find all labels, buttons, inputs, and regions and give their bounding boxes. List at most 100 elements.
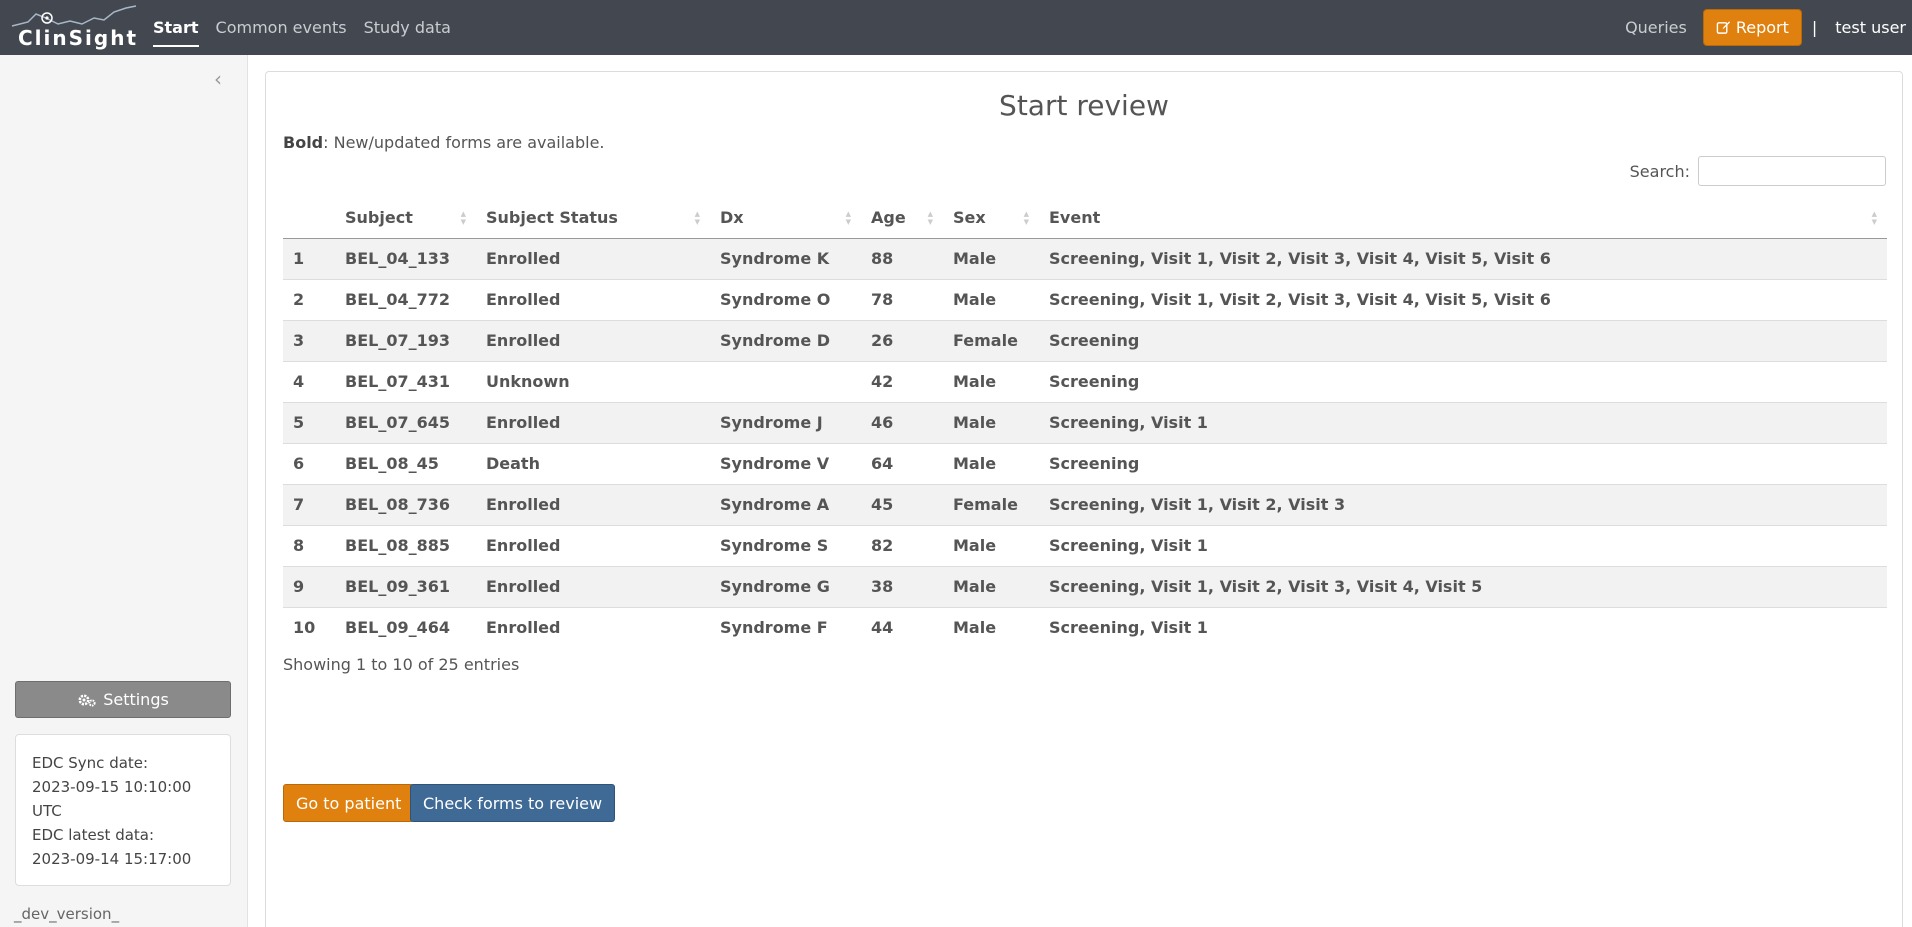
report-button[interactable]: Report	[1702, 9, 1802, 46]
column-header-label: Subject Status	[486, 207, 618, 227]
cell-dx: Syndrome J	[710, 401, 861, 443]
cell-subject-status: Enrolled	[476, 401, 710, 443]
sync-info-box: EDC Sync date: 2023-09-15 10:10:00 UTC E…	[15, 734, 231, 886]
tab-common-events[interactable]: Common events	[216, 0, 347, 55]
cell-row-number: 8	[283, 524, 335, 566]
cell-subject: BEL_09_361	[335, 565, 476, 607]
nav-separator: |	[1811, 18, 1818, 37]
queries-link[interactable]: Queries	[1625, 18, 1687, 37]
user-menu[interactable]: test user	[1835, 18, 1906, 37]
sync-date-value: 2023-09-15 10:10:00 UTC	[32, 778, 192, 820]
cell-sex: Female	[943, 483, 1039, 525]
cell-event: Screening, Visit 1, Visit 2, Visit 3, Vi…	[1039, 237, 1887, 279]
table-row[interactable]: 6 BEL_08_45 Death Syndrome V 64 Male Screening	[283, 442, 1887, 484]
cell-row-number: 9	[283, 565, 335, 607]
sidebar: ‹ Settings EDC Sync date: 2023-09-15 10:…	[0, 55, 248, 927]
column-header-dx[interactable]: Dx ▲ ▼	[710, 197, 861, 239]
cell-row-number: 1	[283, 237, 335, 279]
sort-icon[interactable]: ▲ ▼	[928, 210, 933, 226]
tab-study-data[interactable]: Study data	[364, 0, 451, 55]
cell-subject: BEL_04_133	[335, 237, 476, 279]
sort-icon[interactable]: ▲ ▼	[846, 210, 851, 226]
table-row[interactable]: 7 BEL_08_736 Enrolled Syndrome A 45 Female Scr…	[283, 483, 1887, 525]
cell-subject-status: Enrolled	[476, 606, 710, 648]
column-header-subject-status[interactable]: Subject Status ▲ ▼	[476, 197, 710, 239]
sort-icon[interactable]: ▲ ▼	[695, 210, 700, 226]
subjects-table-wrap: Subject ▲ ▼ Subject Status ▲ ▼ Dx ▲ ▼ Age ▲ ▼ Sex ▲ ▼ E…	[283, 197, 1887, 648]
table-row[interactable]: 3 BEL_07_193 Enrolled Syndrome D 26 Female Scr…	[283, 319, 1887, 361]
cell-event: Screening, Visit 1, Visit 2, Visit 3, Vi…	[1039, 278, 1887, 320]
settings-button[interactable]: Settings	[15, 681, 231, 718]
table-row[interactable]: 4 BEL_07_431 Unknown 42 Male Screening	[283, 360, 1887, 402]
column-header-event[interactable]: Event ▲ ▼	[1039, 197, 1887, 239]
chevron-left-icon[interactable]: ‹	[208, 69, 228, 89]
search-input[interactable]	[1698, 156, 1886, 186]
cell-sex: Male	[943, 524, 1039, 566]
cell-event: Screening, Visit 1	[1039, 524, 1887, 566]
legend-line: Bold: New/updated forms are available.	[283, 133, 605, 152]
search-wrap: Search:	[1630, 156, 1886, 186]
search-label: Search:	[1629, 161, 1690, 181]
cell-subject: BEL_07_645	[335, 401, 476, 443]
cell-dx	[710, 360, 861, 402]
sort-icon[interactable]: ▲ ▼	[1872, 210, 1877, 226]
table-row[interactable]: 2 BEL_04_772 Enrolled Syndrome O 78 Male Scree…	[283, 278, 1887, 320]
cell-row-number: 7	[283, 483, 335, 525]
cell-subject-status: Enrolled	[476, 565, 710, 607]
table-header-row: Subject ▲ ▼ Subject Status ▲ ▼ Dx ▲ ▼ Age ▲ ▼ Sex ▲ ▼ E…	[283, 197, 1887, 239]
column-header-label: Dx	[720, 207, 744, 227]
latest-data-label: EDC latest data:	[32, 826, 155, 844]
table-row[interactable]: 10 BEL_09_464 Enrolled Syndrome F 44 Male Scre…	[283, 606, 1887, 648]
top-navbar: ClinSight Start Common events Study data…	[0, 0, 1912, 55]
cell-subject-status: Enrolled	[476, 524, 710, 566]
latest-data-value: 2023-09-14 15:17:00	[32, 850, 192, 868]
subjects-table: Subject ▲ ▼ Subject Status ▲ ▼ Dx ▲ ▼ Age ▲ ▼ Sex ▲ ▼ E…	[283, 197, 1887, 648]
cell-age: 45	[861, 483, 943, 525]
cell-subject-status: Enrolled	[476, 278, 710, 320]
sort-icon[interactable]: ▲ ▼	[461, 210, 466, 226]
cell-event: Screening, Visit 1	[1039, 606, 1887, 648]
column-header-label: Event	[1049, 207, 1101, 227]
tab-start[interactable]: Start	[153, 0, 199, 55]
cell-subject-status: Enrolled	[476, 483, 710, 525]
column-header-sex[interactable]: Sex ▲ ▼	[943, 197, 1039, 239]
report-label: Report	[1735, 18, 1789, 37]
settings-label: Settings	[103, 690, 169, 709]
cell-sex: Male	[943, 401, 1039, 443]
cell-age: 78	[861, 278, 943, 320]
cell-dx: Syndrome G	[710, 565, 861, 607]
logo-text: ClinSight	[18, 26, 139, 50]
cell-row-number: 4	[283, 360, 335, 402]
cell-dx: Syndrome F	[710, 606, 861, 648]
column-header-age[interactable]: Age ▲ ▼	[861, 197, 943, 239]
table-row[interactable]: 9 BEL_09_361 Enrolled Syndrome G 38 Male Scree…	[283, 565, 1887, 607]
cell-subject-status: Enrolled	[476, 319, 710, 361]
cell-sex: Male	[943, 360, 1039, 402]
cell-row-number: 6	[283, 442, 335, 484]
cell-age: 82	[861, 524, 943, 566]
clinsight-logo[interactable]: ClinSight	[10, 4, 139, 50]
page-title: Start review	[999, 89, 1169, 122]
cell-dx: Syndrome O	[710, 278, 861, 320]
legend-bold: Bold	[283, 133, 324, 152]
cell-row-number: 5	[283, 401, 335, 443]
table-row[interactable]: 5 BEL_07_645 Enrolled Syndrome J 46 Male Scree…	[283, 401, 1887, 443]
cell-row-number: 3	[283, 319, 335, 361]
cell-subject: BEL_08_885	[335, 524, 476, 566]
edit-icon	[1716, 21, 1730, 34]
version-label: _dev_version_	[14, 905, 120, 923]
table-row[interactable]: 1 BEL_04_133 Enrolled Syndrome K 88 Male Scree…	[283, 237, 1887, 279]
start-review-panel: Start review Bold: New/updated forms are…	[265, 71, 1903, 927]
sort-icon[interactable]: ▲ ▼	[1024, 210, 1029, 226]
main-nav: Start Common events Study data	[153, 0, 451, 55]
table-row[interactable]: 8 BEL_08_885 Enrolled Syndrome S 82 Male Scree…	[283, 524, 1887, 566]
sync-date-label: EDC Sync date:	[32, 754, 149, 772]
cell-sex: Male	[943, 606, 1039, 648]
cell-subject: BEL_07_193	[335, 319, 476, 361]
go-to-patient-button[interactable]: Go to patient	[283, 784, 415, 822]
check-forms-button[interactable]: Check forms to review	[410, 784, 616, 822]
column-header-subject[interactable]: Subject ▲ ▼	[335, 197, 476, 239]
cell-subject: BEL_07_431	[335, 360, 476, 402]
cell-subject: BEL_08_45	[335, 442, 476, 484]
column-header-row-number[interactable]	[283, 197, 335, 239]
